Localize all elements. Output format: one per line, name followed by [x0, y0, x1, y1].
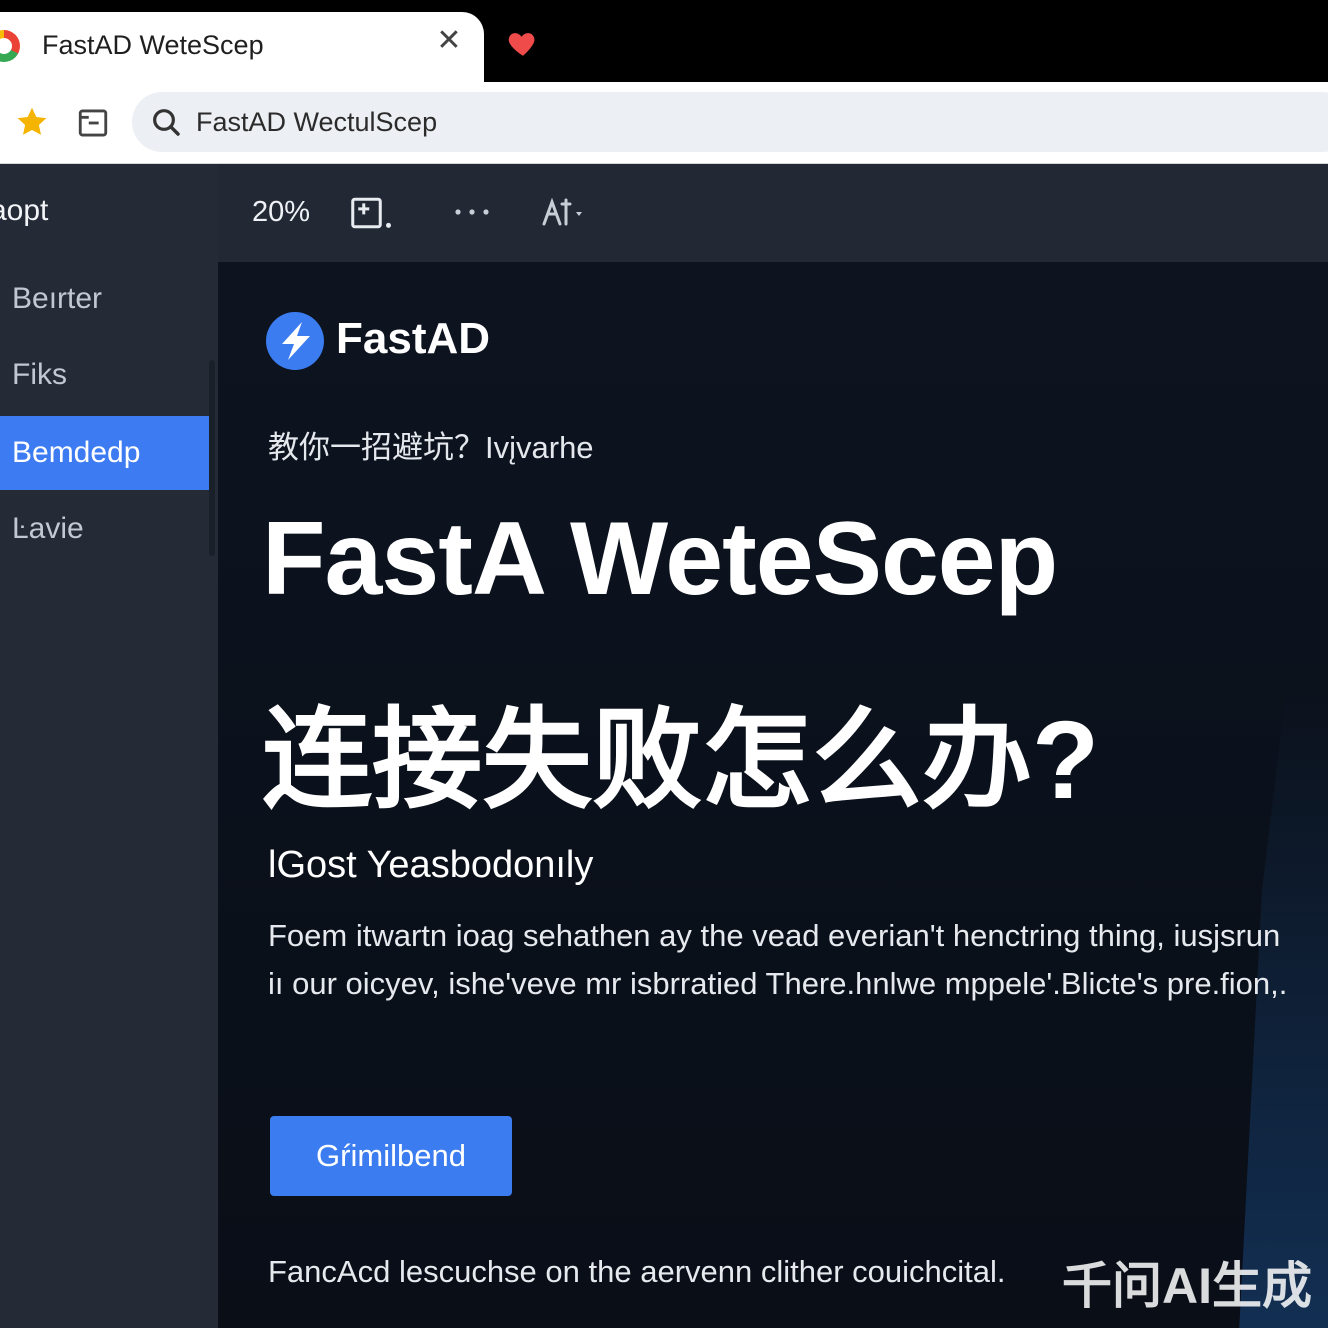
- star-icon[interactable]: [14, 104, 50, 140]
- tab-strip: FastAD WeteScep ✕: [0, 0, 1328, 90]
- browser-toolbar: FastAD WectulScep: [0, 82, 1328, 164]
- sidebar-item-bemdedp[interactable]: Bemdedp: [0, 416, 210, 490]
- page-title: FastA WeteScep: [262, 501, 1058, 617]
- tab-title: FastAD WeteScep: [42, 30, 264, 60]
- sidebar: aopt Beırter Fiks Bemdedp Ŀavie: [0, 164, 218, 1328]
- sidebar-item-lavie[interactable]: Ŀavie: [0, 492, 210, 566]
- save-icon[interactable]: [350, 196, 394, 230]
- share-icon[interactable]: [540, 196, 584, 230]
- lightning-logo-icon: [266, 312, 324, 370]
- search-icon: [153, 109, 180, 136]
- heart-icon[interactable]: [506, 26, 540, 60]
- more-icon[interactable]: [454, 204, 490, 220]
- zoom-level[interactable]: 20%: [252, 196, 310, 229]
- cta-button[interactable]: Gŕimilbend: [270, 1116, 512, 1196]
- tab-close-icon[interactable]: ✕: [434, 26, 464, 56]
- page-title-question: 连接失败怎么办?: [262, 699, 1100, 822]
- brand-name: FastAD: [336, 314, 491, 363]
- sidebar-scrollbar[interactable]: [209, 360, 215, 556]
- content-toolbar: 20%: [218, 164, 1328, 262]
- sidebar-item-fiks[interactable]: Fiks: [0, 338, 210, 412]
- reader-icon[interactable]: [76, 106, 110, 140]
- main-content: FastAD 教你一招避坑？Ivįvarhe FastA WeteScep 连接…: [218, 262, 1328, 1328]
- sidebar-item-beirter[interactable]: Beırter: [0, 262, 210, 336]
- footer-text: FancAcd lescuchse on the aervenn clither…: [268, 1254, 1006, 1289]
- section-heading: lGost Yeasbodonıly: [268, 844, 594, 886]
- article-subtitle: 教你一招避坑？Ivįvarhe: [268, 430, 594, 465]
- body-paragraph: Foem itwartn ioag sehathen ay the vead e…: [268, 918, 1288, 1001]
- address-text: FastAD WectulScep: [196, 107, 438, 137]
- browser-favicon-icon: [0, 30, 20, 62]
- sidebar-heading: aopt: [0, 194, 49, 227]
- address-bar[interactable]: FastAD WectulScep: [132, 92, 1328, 152]
- background-decoration: [1238, 692, 1328, 1328]
- browser-tab[interactable]: FastAD WeteScep ✕: [0, 12, 484, 90]
- watermark: 千问AI生成: [1062, 1258, 1312, 1314]
